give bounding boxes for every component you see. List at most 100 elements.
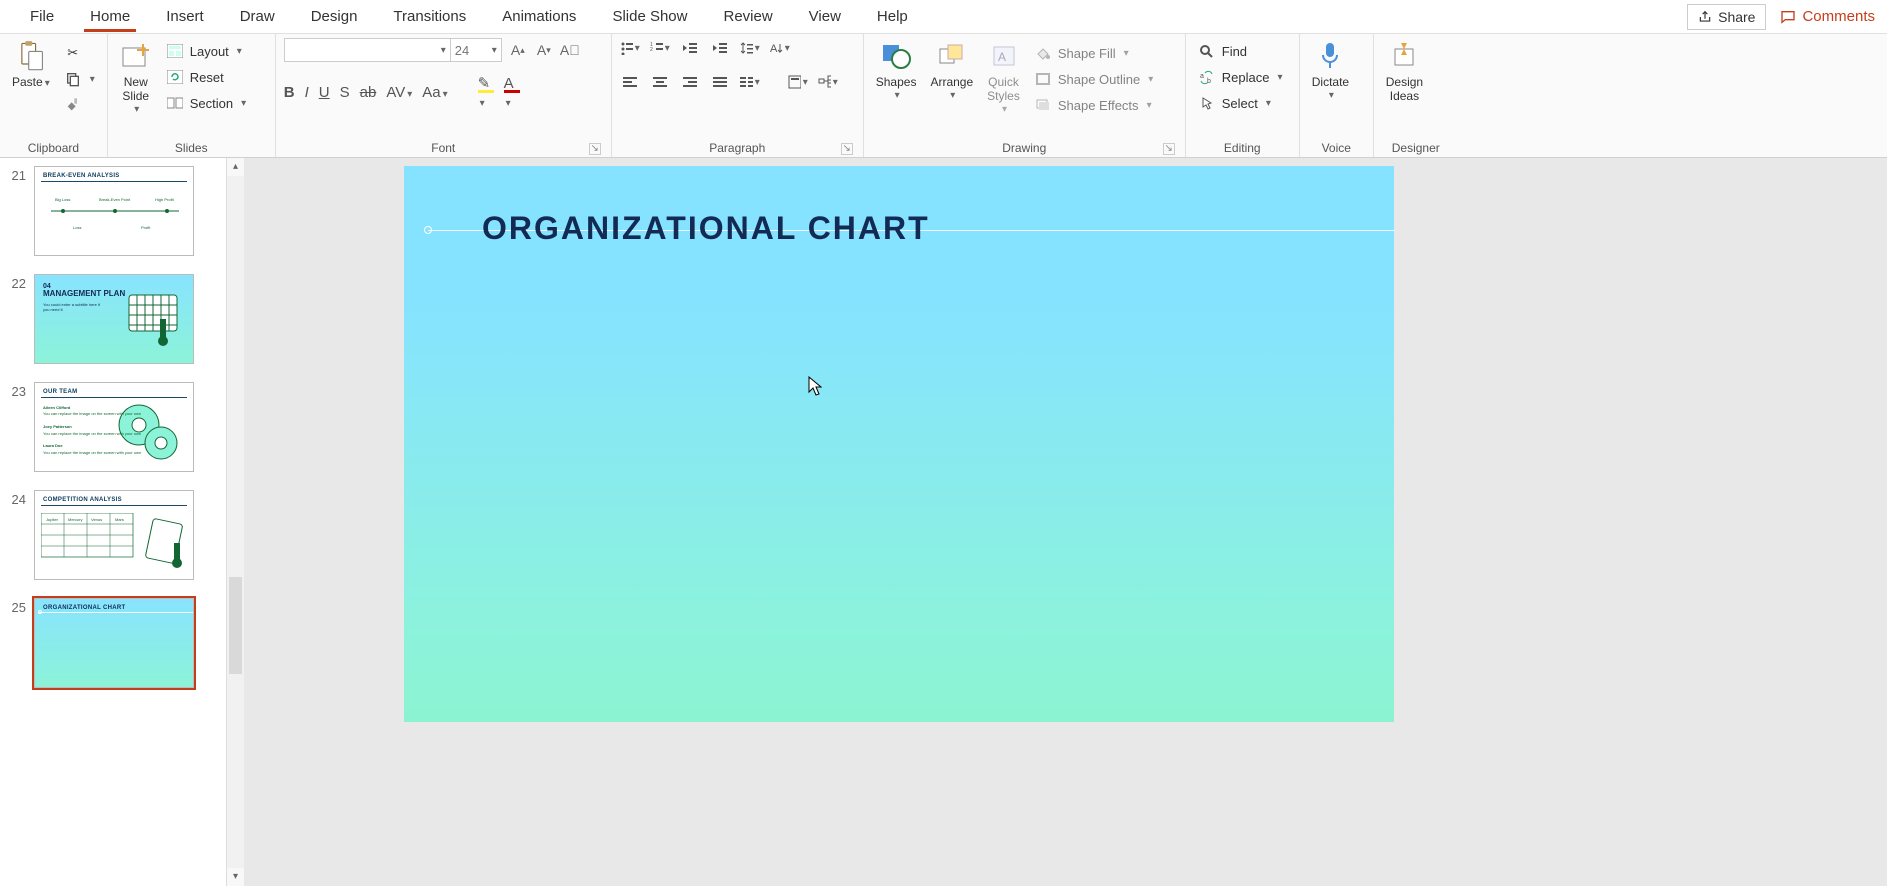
- slide-25[interactable]: ORGANIZATIONAL CHART: [404, 166, 1394, 722]
- justify-button[interactable]: [710, 72, 730, 92]
- group-label-slides: Slides: [116, 138, 267, 157]
- bold-button[interactable]: B: [284, 84, 295, 101]
- dictate-button[interactable]: Dictate▾: [1308, 38, 1353, 103]
- cut-button[interactable]: ✂: [60, 42, 99, 64]
- tab-transitions[interactable]: Transitions: [375, 2, 484, 31]
- quick-styles-button[interactable]: A Quick Styles▾: [983, 38, 1024, 117]
- font-name-combo[interactable]: ▾ 24▾: [284, 38, 502, 62]
- svg-text:Loss: Loss: [73, 225, 81, 230]
- share-icon: [1698, 10, 1712, 24]
- thumbnail-22[interactable]: 22 04 MANAGEMENT PLAN You could enter a …: [0, 270, 226, 378]
- shape-outline-button[interactable]: Shape Outline▾: [1030, 68, 1157, 90]
- slide-canvas-area[interactable]: ORGANIZATIONAL CHART: [244, 158, 1887, 886]
- tab-design[interactable]: Design: [293, 2, 376, 31]
- group-designer: Design Ideas Designer: [1374, 34, 1458, 157]
- layout-label: Layout: [190, 44, 229, 59]
- svg-text:Jupiter: Jupiter: [46, 517, 59, 522]
- paragraph-launcher[interactable]: ↘: [841, 143, 853, 155]
- quick-styles-icon: A: [988, 40, 1020, 72]
- group-editing: Find abReplace▾ Select▾ Editing: [1186, 34, 1300, 157]
- smartart-button[interactable]: ▾: [818, 72, 838, 92]
- microphone-icon: [1314, 40, 1346, 72]
- scroll-down-button[interactable]: ▾: [227, 868, 244, 886]
- find-button[interactable]: Find: [1194, 40, 1287, 62]
- share-button[interactable]: Share: [1687, 4, 1766, 30]
- tab-animations[interactable]: Animations: [484, 2, 594, 31]
- italic-button[interactable]: I: [305, 84, 309, 101]
- new-slide-button[interactable]: New Slide ▾: [116, 38, 156, 117]
- eraser-icon: A⃠: [560, 42, 580, 58]
- thumbnail-25[interactable]: 25 ORGANIZATIONAL CHART: [0, 594, 226, 702]
- cursor-icon: [1198, 94, 1216, 112]
- columns-button[interactable]: ▾: [740, 72, 760, 92]
- thumbnail-pane[interactable]: 21 BREAK-EVEN ANALYSIS Big Loss Break-Ev…: [0, 158, 226, 886]
- quick-styles-label: Quick Styles: [987, 75, 1020, 103]
- increase-indent-button[interactable]: [710, 38, 730, 58]
- align-left-button[interactable]: [620, 72, 640, 92]
- thumb-title: COMPETITION ANALYSIS: [35, 491, 193, 505]
- decrease-indent-button[interactable]: [680, 38, 700, 58]
- workspace: 21 BREAK-EVEN ANALYSIS Big Loss Break-Ev…: [0, 158, 1887, 886]
- char-spacing-button[interactable]: AV▾: [386, 84, 412, 101]
- shape-fill-button[interactable]: Shape Fill▾: [1030, 42, 1157, 64]
- design-ideas-button[interactable]: Design Ideas: [1382, 38, 1427, 106]
- replace-button[interactable]: abReplace▾: [1194, 66, 1287, 88]
- arrange-icon: [936, 40, 968, 72]
- reset-button[interactable]: Reset: [162, 66, 250, 88]
- layout-button[interactable]: Layout▾: [162, 40, 250, 62]
- increase-font-button[interactable]: A▴: [508, 40, 528, 60]
- menu-bar: File Home Insert Draw Design Transitions…: [0, 0, 1887, 34]
- tab-file[interactable]: File: [12, 2, 72, 31]
- tab-view[interactable]: View: [791, 2, 859, 31]
- paste-button[interactable]: Paste▾: [8, 38, 54, 92]
- thumbnail-23[interactable]: 23 OUR TEAM Aileen CliffordYou can repla…: [0, 378, 226, 486]
- comments-label: Comments: [1802, 8, 1875, 25]
- bullets-button[interactable]: ▾: [620, 38, 640, 58]
- font-size-value[interactable]: 24: [450, 39, 486, 61]
- align-center-button[interactable]: [650, 72, 670, 92]
- format-painter-button[interactable]: [60, 94, 99, 116]
- numbering-button[interactable]: 12▾: [650, 38, 670, 58]
- align-right-button[interactable]: [680, 72, 700, 92]
- shadow-button[interactable]: S: [340, 84, 350, 101]
- tab-draw[interactable]: Draw: [222, 2, 293, 31]
- change-case-button[interactable]: Aa▾: [422, 84, 447, 101]
- underline-button[interactable]: U: [319, 84, 330, 101]
- font-launcher[interactable]: ↘: [589, 143, 601, 155]
- section-button[interactable]: Section▾: [162, 92, 250, 114]
- slide-title[interactable]: ORGANIZATIONAL CHART: [482, 210, 930, 247]
- drawing-launcher[interactable]: ↘: [1163, 143, 1175, 155]
- comments-button[interactable]: Comments: [1780, 8, 1875, 25]
- select-button[interactable]: Select▾: [1194, 92, 1287, 114]
- tab-help[interactable]: Help: [859, 2, 926, 31]
- font-color-button[interactable]: A▾: [504, 75, 520, 110]
- group-slides: New Slide ▾ Layout▾ Reset Section▾ Slide…: [108, 34, 276, 157]
- find-label: Find: [1222, 44, 1247, 59]
- copy-icon: [64, 70, 82, 88]
- group-label-font: Font↘: [284, 138, 603, 157]
- copy-button[interactable]: ▾: [60, 68, 99, 90]
- text-direction-button[interactable]: A▾: [770, 38, 790, 58]
- tab-home[interactable]: Home: [72, 2, 148, 31]
- svg-text:A: A: [770, 43, 778, 55]
- arrange-button[interactable]: Arrange▾: [926, 38, 977, 103]
- scroll-up-button[interactable]: ▴: [227, 158, 244, 176]
- decrease-font-button[interactable]: A▾: [534, 40, 554, 60]
- shape-effects-button[interactable]: Shape Effects▾: [1030, 94, 1157, 116]
- tab-slideshow[interactable]: Slide Show: [594, 2, 705, 31]
- clear-formatting-button[interactable]: A⃠: [560, 40, 580, 60]
- thumbnail-24[interactable]: 24 COMPETITION ANALYSIS JupiterMercuryVe…: [0, 486, 226, 594]
- section-icon: [166, 94, 184, 112]
- thumbnail-21[interactable]: 21 BREAK-EVEN ANALYSIS Big Loss Break-Ev…: [0, 162, 226, 270]
- shapes-button[interactable]: Shapes▾: [872, 38, 921, 103]
- scroll-thumb[interactable]: [229, 577, 242, 674]
- tab-review[interactable]: Review: [705, 2, 790, 31]
- dictate-label: Dictate: [1312, 75, 1349, 89]
- thumbnails-scrollbar[interactable]: ▴ ▾: [226, 158, 244, 886]
- align-text-button[interactable]: ▾: [788, 72, 808, 92]
- svg-text:Break-Even Point: Break-Even Point: [99, 197, 131, 202]
- highlight-button[interactable]: ✎▾: [478, 74, 494, 110]
- strike-button[interactable]: ab: [360, 84, 377, 101]
- tab-insert[interactable]: Insert: [148, 2, 222, 31]
- line-spacing-button[interactable]: ▾: [740, 38, 760, 58]
